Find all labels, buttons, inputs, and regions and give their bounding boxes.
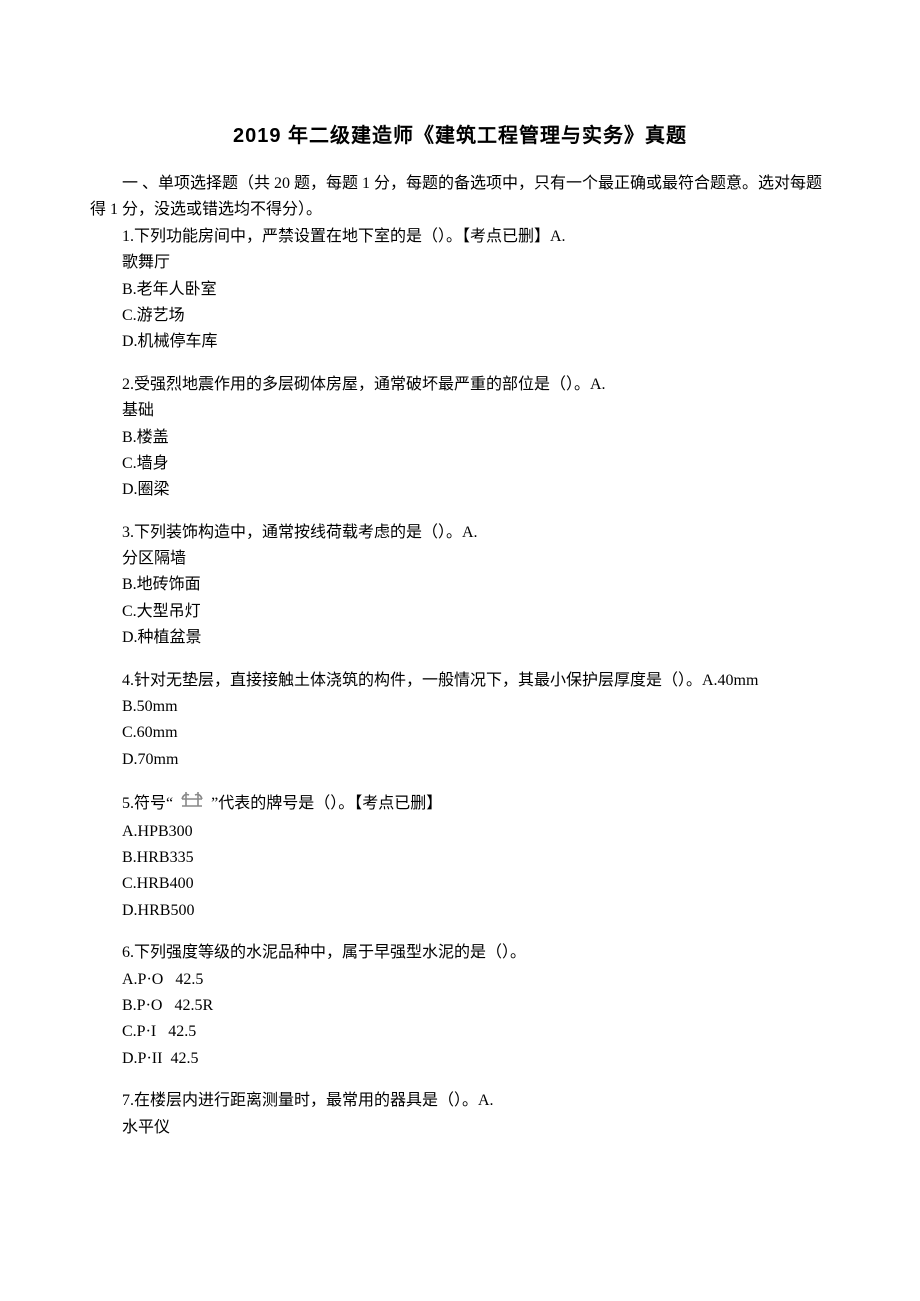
question-2: 2.受强烈地震作用的多层砌体房屋，通常破坏最严重的部位是（）。A. 基础 B.楼… xyxy=(90,372,830,504)
q5-suffix: ”代表的牌号是（）。【考点已删】 xyxy=(211,791,442,817)
question-6: 6.下列强度等级的水泥品种中，属于早强型水泥的是（）。 A.P·O 42.5 B… xyxy=(90,940,830,1072)
question-3: 3.下列装饰构造中，通常按线荷载考虑的是（）。A. 分区隔墙 B.地砖饰面 C.… xyxy=(90,520,830,652)
section-intro: 一 、单项选择题（共 20 题，每题 1 分，每题的备选项中，只有一个最正确或最… xyxy=(90,171,830,224)
q2-stem: 2.受强烈地震作用的多层砌体房屋，通常破坏最严重的部位是（）。A. xyxy=(90,372,830,398)
q1-option-b: B.老年人卧室 xyxy=(90,277,830,303)
q2-option-c: C.墙身 xyxy=(90,451,830,477)
document-title: 2019 年二级建造师《建筑工程管理与实务》真题 xyxy=(90,120,830,153)
question-5: 5.符号“ ”代表的牌号是（）。【考点已删】 A.HPB300 B.HRB335… xyxy=(90,789,830,924)
q5-prefix: 5.符号“ xyxy=(122,791,173,817)
q5-stem-line: 5.符号“ ”代表的牌号是（）。【考点已删】 xyxy=(90,789,830,818)
question-7: 7.在楼层内进行距离测量时，最常用的器具是（）。A. 水平仪 xyxy=(90,1088,830,1141)
q5-option-d: D.HRB500 xyxy=(90,898,830,924)
q6-stem: 6.下列强度等级的水泥品种中，属于早强型水泥的是（）。 xyxy=(90,940,830,966)
q3-stem: 3.下列装饰构造中，通常按线荷载考虑的是（）。A. xyxy=(90,520,830,546)
q6-option-c: C.P·I 42.5 xyxy=(90,1019,830,1045)
page: 2019 年二级建造师《建筑工程管理与实务》真题 一 、单项选择题（共 20 题… xyxy=(0,0,920,1257)
q3-option-b: B.地砖饰面 xyxy=(90,572,830,598)
q2-option-b: B.楼盖 xyxy=(90,425,830,451)
q7-option-a: 水平仪 xyxy=(90,1115,830,1141)
q3-option-a: 分区隔墙 xyxy=(90,546,830,572)
q3-option-d: D.种植盆景 xyxy=(90,625,830,651)
q5-option-b: B.HRB335 xyxy=(90,845,830,871)
q7-stem: 7.在楼层内进行距离测量时，最常用的器具是（）。A. xyxy=(90,1088,830,1114)
q1-option-a: 歌舞厅 xyxy=(90,250,830,276)
q1-stem: 1.下列功能房间中，严禁设置在地下室的是（）。【考点已删】A. xyxy=(90,224,830,250)
q6-option-a: A.P·O 42.5 xyxy=(90,967,830,993)
q5-option-c: C.HRB400 xyxy=(90,871,830,897)
q4-option-c: C.60mm xyxy=(90,720,830,746)
q4-option-d: D.70mm xyxy=(90,747,830,773)
rebar-symbol-icon xyxy=(179,789,205,818)
q4-stem: 4.针对无垫层，直接接触土体浇筑的构件，一般情况下，其最小保护层厚度是（）。A.… xyxy=(90,668,830,694)
q2-option-d: D.圈梁 xyxy=(90,477,830,503)
q4-option-b: B.50mm xyxy=(90,694,830,720)
q1-option-c: C.游艺场 xyxy=(90,303,830,329)
question-1: 1.下列功能房间中，严禁设置在地下室的是（）。【考点已删】A. 歌舞厅 B.老年… xyxy=(90,224,830,356)
q1-option-d: D.机械停车库 xyxy=(90,329,830,355)
q3-option-c: C.大型吊灯 xyxy=(90,599,830,625)
q6-option-b: B.P·O 42.5R xyxy=(90,993,830,1019)
q5-option-a: A.HPB300 xyxy=(90,819,830,845)
question-4: 4.针对无垫层，直接接触土体浇筑的构件，一般情况下，其最小保护层厚度是（）。A.… xyxy=(90,668,830,774)
q6-option-d: D.P·II 42.5 xyxy=(90,1046,830,1072)
q2-option-a: 基础 xyxy=(90,398,830,424)
